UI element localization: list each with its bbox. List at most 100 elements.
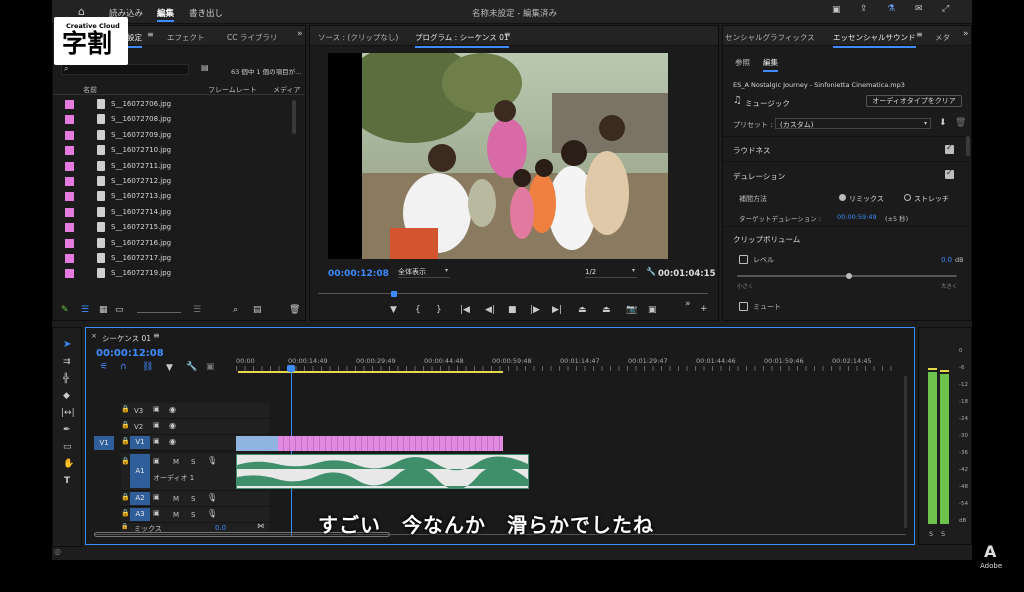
search-input[interactable] xyxy=(61,64,189,75)
track-label-a2[interactable]: A2 xyxy=(130,492,150,505)
preset-select[interactable]: (カスタム) ▾ xyxy=(775,118,931,129)
a1-audio-clip[interactable] xyxy=(236,454,529,489)
clear-audio-type-button[interactable]: オーディオタイプをクリア xyxy=(866,95,962,107)
list-item[interactable]: S__16072708.jpg xyxy=(53,112,293,127)
label-color-swatch[interactable] xyxy=(65,115,74,125)
clip-volume-section[interactable]: クリップボリューム xyxy=(733,234,800,245)
list-item[interactable]: S__16072710.jpg xyxy=(53,143,293,158)
tab-effects[interactable]: エフェクト xyxy=(167,32,205,43)
sync-lock-icon[interactable]: ▣ xyxy=(153,438,160,445)
mute-checkbox[interactable] xyxy=(739,302,748,311)
export-frame-icon[interactable]: 📷 xyxy=(626,306,637,315)
list-item[interactable]: S__16072716.jpg xyxy=(53,236,293,251)
label-color-swatch[interactable] xyxy=(65,254,74,263)
mute-button[interactable]: M xyxy=(173,458,179,466)
mark-in-icon[interactable]: { xyxy=(415,306,421,315)
track-select-tool-icon[interactable]: ⇉ xyxy=(63,358,71,367)
work-area-bar[interactable] xyxy=(238,371,503,373)
go-to-in-icon[interactable]: |◀ xyxy=(460,306,470,315)
mic-icon[interactable]: 🎙 xyxy=(207,510,217,518)
mic-icon[interactable]: 🎙 xyxy=(207,494,217,502)
lock-icon[interactable]: 🔒 xyxy=(121,458,130,465)
lock-icon[interactable]: 🔒 xyxy=(121,406,130,413)
fullscreen-icon[interactable]: ⤢ xyxy=(942,5,949,14)
list-item[interactable]: S__16072712.jpg xyxy=(53,174,293,189)
list-item[interactable]: S__16072713.jpg xyxy=(53,189,293,204)
list-item[interactable]: S__16072715.jpg xyxy=(53,220,293,235)
list-scrollbar[interactable] xyxy=(292,100,296,134)
more-panels-icon[interactable]: » xyxy=(297,30,303,39)
program-timecode[interactable]: 00:00:12:08 xyxy=(328,269,389,279)
razor-tool-icon[interactable]: ◆ xyxy=(63,392,70,401)
delete-preset-icon[interactable]: 🗑 xyxy=(955,119,966,128)
add-marker-icon[interactable]: ▼ xyxy=(166,364,173,373)
sync-lock-icon[interactable]: ▣ xyxy=(153,510,160,517)
stretch-radio[interactable] xyxy=(904,194,911,201)
new-item-icon[interactable]: ▤ xyxy=(253,306,262,315)
target-duration-value[interactable]: 00:00:59:49 xyxy=(837,213,877,221)
level-slider-thumb[interactable] xyxy=(846,273,852,279)
subtab-browse[interactable]: 参照 xyxy=(735,57,750,68)
sync-lock-icon[interactable]: ▣ xyxy=(153,494,160,501)
label-color-swatch[interactable] xyxy=(65,207,74,217)
source-patch-v1[interactable]: V1 xyxy=(94,436,114,450)
loudness-section[interactable]: ラウドネス xyxy=(733,145,771,156)
add-button-icon[interactable]: + xyxy=(700,305,708,314)
v1-clip-blue[interactable] xyxy=(236,436,278,451)
tab-essential-graphics[interactable]: センシャルグラフィックス xyxy=(725,32,815,43)
delete-icon[interactable]: 🗑 xyxy=(289,306,300,315)
pencil-icon[interactable]: ✎ xyxy=(61,306,69,315)
close-tab-icon[interactable]: × xyxy=(91,333,97,340)
label-color-swatch[interactable] xyxy=(65,100,74,109)
playhead-marker[interactable] xyxy=(391,291,397,297)
nav-edit[interactable]: 編集 xyxy=(157,7,175,22)
go-to-out-icon[interactable]: ▶| xyxy=(552,306,562,315)
col-framerate[interactable]: フレームレート xyxy=(208,85,257,95)
timeline-settings-icon[interactable]: 🔧 xyxy=(186,363,197,372)
timeline-vscroll[interactable] xyxy=(904,376,907,528)
sync-lock-icon[interactable]: ▣ xyxy=(153,406,160,413)
lock-icon[interactable]: 🔒 xyxy=(121,422,130,429)
sync-lock-icon[interactable]: ▣ xyxy=(153,422,160,429)
freeform-view-icon[interactable]: ▭ xyxy=(115,306,124,315)
slip-tool-icon[interactable]: |↔| xyxy=(61,409,75,418)
new-bin-icon[interactable]: ▤ xyxy=(201,64,209,72)
essential-scrollbar[interactable] xyxy=(966,136,970,156)
play-stop-icon[interactable]: ■ xyxy=(508,306,517,315)
panel-menu-icon[interactable]: ≡ xyxy=(147,31,154,39)
more-buttons-icon[interactable]: » xyxy=(685,300,691,309)
v1-clips-pink[interactable] xyxy=(278,436,503,451)
resolution-select[interactable]: 1/2 ▾ xyxy=(585,267,637,278)
add-marker-icon[interactable]: ▼ xyxy=(390,306,397,315)
level-checkbox[interactable] xyxy=(739,255,748,264)
lock-icon[interactable]: 🔒 xyxy=(121,494,130,501)
nav-export[interactable]: 書き出し xyxy=(189,7,223,19)
status-icon[interactable]: ◎ xyxy=(54,548,61,556)
playhead-line[interactable] xyxy=(291,366,292,536)
list-item[interactable]: S__16072717.jpg xyxy=(53,251,293,266)
track-label-a3[interactable]: A3 xyxy=(130,508,150,521)
col-name[interactable]: 名前 xyxy=(83,85,97,95)
label-color-swatch[interactable] xyxy=(65,269,74,279)
pen-tool-icon[interactable]: ✒ xyxy=(63,426,71,435)
workspaces-icon[interactable]: ▣ xyxy=(832,6,841,15)
eye-icon[interactable]: ◉ xyxy=(169,422,176,430)
icon-view-icon[interactable]: ▦ xyxy=(99,306,108,315)
list-item[interactable]: S__16072719.jpg xyxy=(53,266,293,281)
duration-checkbox[interactable] xyxy=(945,168,954,179)
label-color-swatch[interactable] xyxy=(65,161,74,171)
lock-icon[interactable]: 🔒 xyxy=(121,510,130,517)
lift-icon[interactable]: ⏏ xyxy=(578,306,587,315)
mute-button[interactable]: M xyxy=(173,511,179,519)
playhead-head[interactable] xyxy=(287,365,295,372)
snap-icon[interactable]: ∩ xyxy=(120,363,127,372)
subtab-edit[interactable]: 編集 xyxy=(763,57,778,72)
tab-cc-library[interactable]: CC ライブラリ xyxy=(227,32,277,43)
remix-radio[interactable] xyxy=(839,194,846,201)
label-color-swatch[interactable] xyxy=(65,130,74,140)
wrench-icon[interactable]: 🔧 xyxy=(646,268,656,276)
rectangle-tool-icon[interactable]: ▭ xyxy=(63,443,72,452)
hand-tool-icon[interactable]: ✋ xyxy=(63,460,74,469)
more-panels-icon[interactable]: » xyxy=(963,30,969,39)
comparison-view-icon[interactable]: ▣ xyxy=(648,306,657,315)
